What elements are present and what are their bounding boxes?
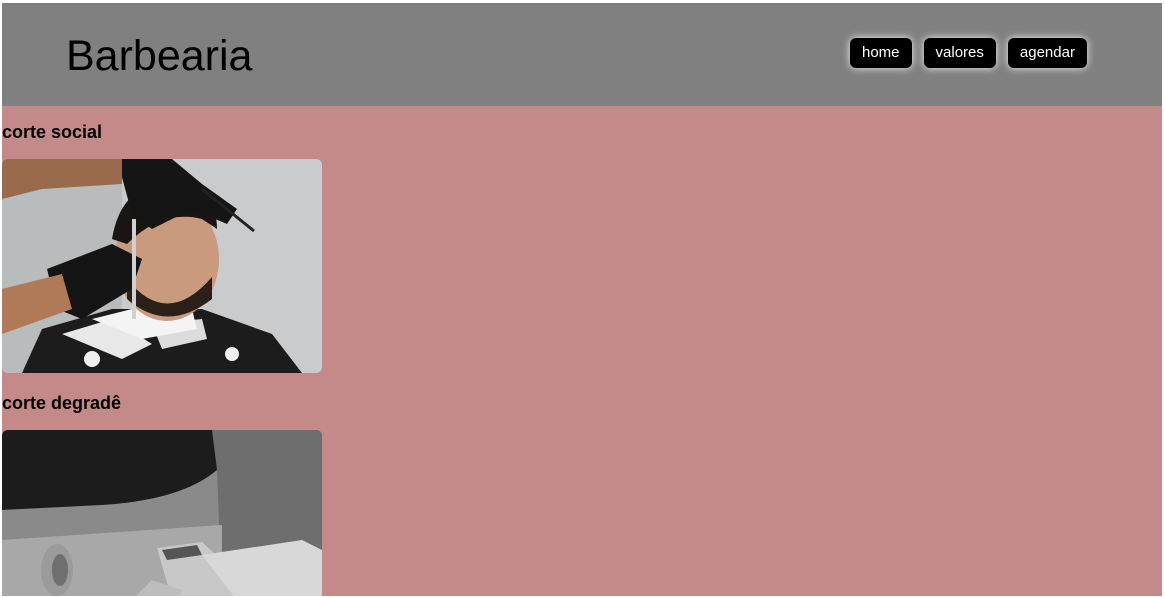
- site-header: Barbearia home valores agendar: [2, 3, 1162, 106]
- corte-social-image: [2, 159, 322, 373]
- page: Barbearia home valores agendar corte soc…: [2, 3, 1162, 596]
- nav-home-button[interactable]: home: [850, 38, 912, 68]
- main-nav: home valores agendar: [850, 38, 1087, 68]
- corte-degrade-image: [2, 430, 322, 596]
- nav-valores-button[interactable]: valores: [923, 38, 996, 68]
- brand-title: Barbearia: [66, 32, 253, 80]
- service-title-corte-degrade: corte degradê: [2, 393, 122, 413]
- nav-agendar-button[interactable]: agendar: [1007, 38, 1087, 68]
- service-title-corte-social: corte social: [2, 122, 103, 142]
